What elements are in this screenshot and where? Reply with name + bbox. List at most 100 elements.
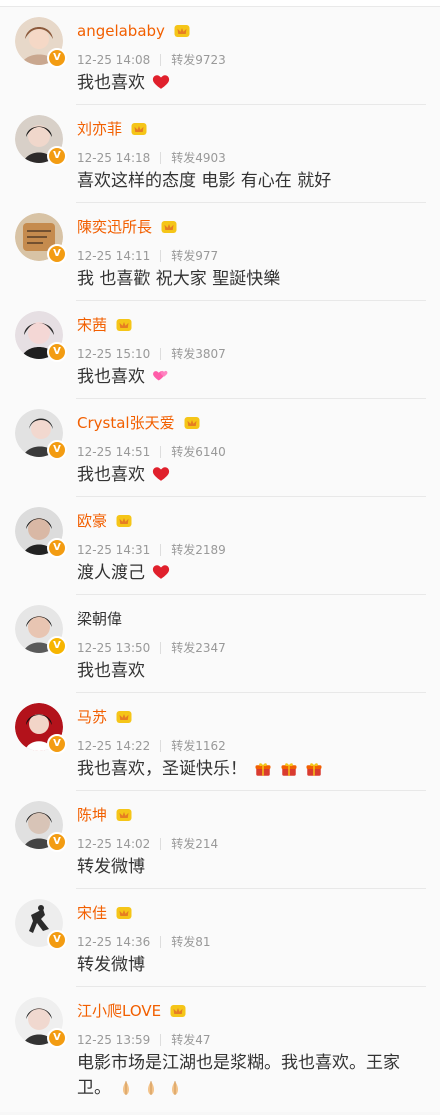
user-name[interactable]: 陈坤 <box>77 803 107 827</box>
comment-item: V 宋茜 12-25 15:10 转发3807 我也喜欢 <box>0 301 440 399</box>
meta: 12-25 14:36 转发81 <box>77 933 211 950</box>
vip-crown-icon <box>160 218 178 236</box>
name-row: 陈坤 <box>77 803 133 827</box>
comment-text: 喜欢这样的态度 电影 有心在 就好 <box>77 169 420 193</box>
meta-separator <box>160 1033 162 1046</box>
timestamp: 12-25 15:10 <box>77 346 151 361</box>
comment-item: V 刘亦菲 12-25 14:18 转发4903 喜欢这样的态度 电影 有心在 … <box>0 105 440 203</box>
vip-crown-icon <box>130 120 148 138</box>
user-name[interactable]: 陳奕迅所長 <box>77 215 152 239</box>
verified-badge: V <box>47 734 67 754</box>
user-name[interactable]: 欧豪 <box>77 509 107 533</box>
repost-count: 转发977 <box>171 249 219 263</box>
meta: 12-25 14:51 转发6140 <box>77 443 226 460</box>
vip-crown-icon <box>173 22 191 40</box>
comment-text-content: 我也喜欢 <box>77 465 145 485</box>
meta-separator <box>160 53 162 66</box>
name-row: 欧豪 <box>77 509 133 533</box>
comment-text-content: 我也喜欢，圣诞快乐！ <box>77 759 247 779</box>
praying-hands-icon <box>166 1079 184 1097</box>
vip-crown-icon <box>115 316 133 334</box>
user-name[interactable]: Crystal张天爱 <box>77 411 175 435</box>
name-row: 陳奕迅所長 <box>77 215 178 239</box>
comment-text: 我也喜欢 <box>77 659 420 683</box>
meta: 12-25 14:18 转发4903 <box>77 149 226 166</box>
timestamp: 12-25 14:08 <box>77 52 151 67</box>
user-name[interactable]: 梁朝偉 <box>77 607 122 631</box>
user-name[interactable]: 马苏 <box>77 705 107 729</box>
repost-count: 转发2189 <box>171 543 226 557</box>
praying-hands-icon <box>117 1079 135 1097</box>
comment-item: V 陳奕迅所長 12-25 14:11 转发977 我 也喜歡 祝大家 聖誕快樂 <box>0 203 440 301</box>
user-name[interactable]: 宋佳 <box>77 901 107 925</box>
name-row: 刘亦菲 <box>77 117 148 141</box>
comment-text: 我也喜欢 <box>77 365 420 389</box>
name-row: angelababy <box>77 19 191 43</box>
timestamp: 12-25 14:51 <box>77 444 151 459</box>
comment-text-content: 我也喜欢 <box>77 367 145 387</box>
comment-text-content: 转发微博 <box>77 857 145 877</box>
repost-count: 转发1162 <box>171 739 226 753</box>
repost-count: 转发9723 <box>171 53 226 67</box>
verified-badge: V <box>47 538 67 558</box>
comment-text: 我也喜欢 <box>77 71 420 95</box>
user-name[interactable]: 宋茜 <box>77 313 107 337</box>
vip-crown-icon <box>115 904 133 922</box>
verified-badge: V <box>47 342 67 362</box>
meta-separator <box>160 151 162 164</box>
meta-separator <box>160 445 162 458</box>
user-name[interactable]: 刘亦菲 <box>77 117 122 141</box>
gift-icon <box>305 760 323 778</box>
timestamp: 12-25 14:11 <box>77 248 151 263</box>
verified-badge: V <box>47 440 67 460</box>
comment-text-content: 我 也喜歡 祝大家 聖誕快樂 <box>77 269 281 289</box>
comment-text-content: 渡人渡己 <box>77 563 145 583</box>
vip-crown-icon <box>115 512 133 530</box>
comment-text: 我也喜欢 <box>77 463 420 487</box>
comment-item: V 梁朝偉 12-25 13:50 转发2347 我也喜欢 <box>0 595 440 693</box>
comment-text: 电影市场是江湖也是浆糊。我也喜欢。王家卫。 <box>77 1051 420 1101</box>
verified-badge: V <box>47 636 67 656</box>
comment-item: V Crystal张天爱 12-25 14:51 转发6140 我也喜欢 <box>0 399 440 497</box>
name-row: 宋佳 <box>77 901 133 925</box>
meta-separator <box>160 837 162 850</box>
comment-text: 转发微博 <box>77 953 420 977</box>
comment-item: V 欧豪 12-25 14:31 转发2189 渡人渡己 <box>0 497 440 595</box>
comment-text-content: 喜欢这样的态度 电影 有心在 就好 <box>77 171 332 191</box>
verified-badge: V <box>47 244 67 264</box>
meta: 12-25 14:22 转发1162 <box>77 737 226 754</box>
repost-count: 转发4903 <box>171 151 226 165</box>
comment-item: V 江小爬LOVE 12-25 13:59 转发47 电影市场是江湖也是浆糊。我… <box>0 987 440 1112</box>
user-name[interactable]: 江小爬LOVE <box>77 999 161 1023</box>
verified-badge: V <box>47 1028 67 1048</box>
comment-item: V 宋佳 12-25 14:36 转发81 转发微博 <box>0 889 440 987</box>
meta-separator <box>160 543 162 556</box>
repost-count: 转发47 <box>171 1033 211 1047</box>
vip-crown-icon <box>169 1002 187 1020</box>
meta-separator <box>160 249 162 262</box>
user-name[interactable]: angelababy <box>77 19 165 43</box>
top-divider <box>0 0 440 7</box>
repost-count: 转发214 <box>171 837 219 851</box>
name-row: 梁朝偉 <box>77 607 122 631</box>
meta: 12-25 14:11 转发977 <box>77 247 218 264</box>
name-row: 马苏 <box>77 705 133 729</box>
comment-feed: V angelababy 12-25 14:08 转发9723 我也喜欢 V 刘… <box>0 0 440 1115</box>
praying-hands-icon <box>142 1079 160 1097</box>
repost-count: 转发2347 <box>171 641 226 655</box>
comment-item: V angelababy 12-25 14:08 转发9723 我也喜欢 <box>0 7 440 105</box>
repost-count: 转发3807 <box>171 347 226 361</box>
repost-count: 转发81 <box>171 935 211 949</box>
meta-separator <box>160 641 162 654</box>
timestamp: 12-25 14:02 <box>77 836 151 851</box>
verified-badge: V <box>47 48 67 68</box>
verified-badge: V <box>47 930 67 950</box>
name-row: 江小爬LOVE <box>77 999 187 1023</box>
meta: 12-25 13:59 转发47 <box>77 1031 211 1048</box>
two-hearts-icon <box>152 367 170 385</box>
comment-text: 渡人渡己 <box>77 561 420 585</box>
gift-icon <box>280 760 298 778</box>
timestamp: 12-25 13:59 <box>77 1032 151 1047</box>
gift-icon <box>254 760 272 778</box>
comment-text-content: 我也喜欢 <box>77 73 145 93</box>
